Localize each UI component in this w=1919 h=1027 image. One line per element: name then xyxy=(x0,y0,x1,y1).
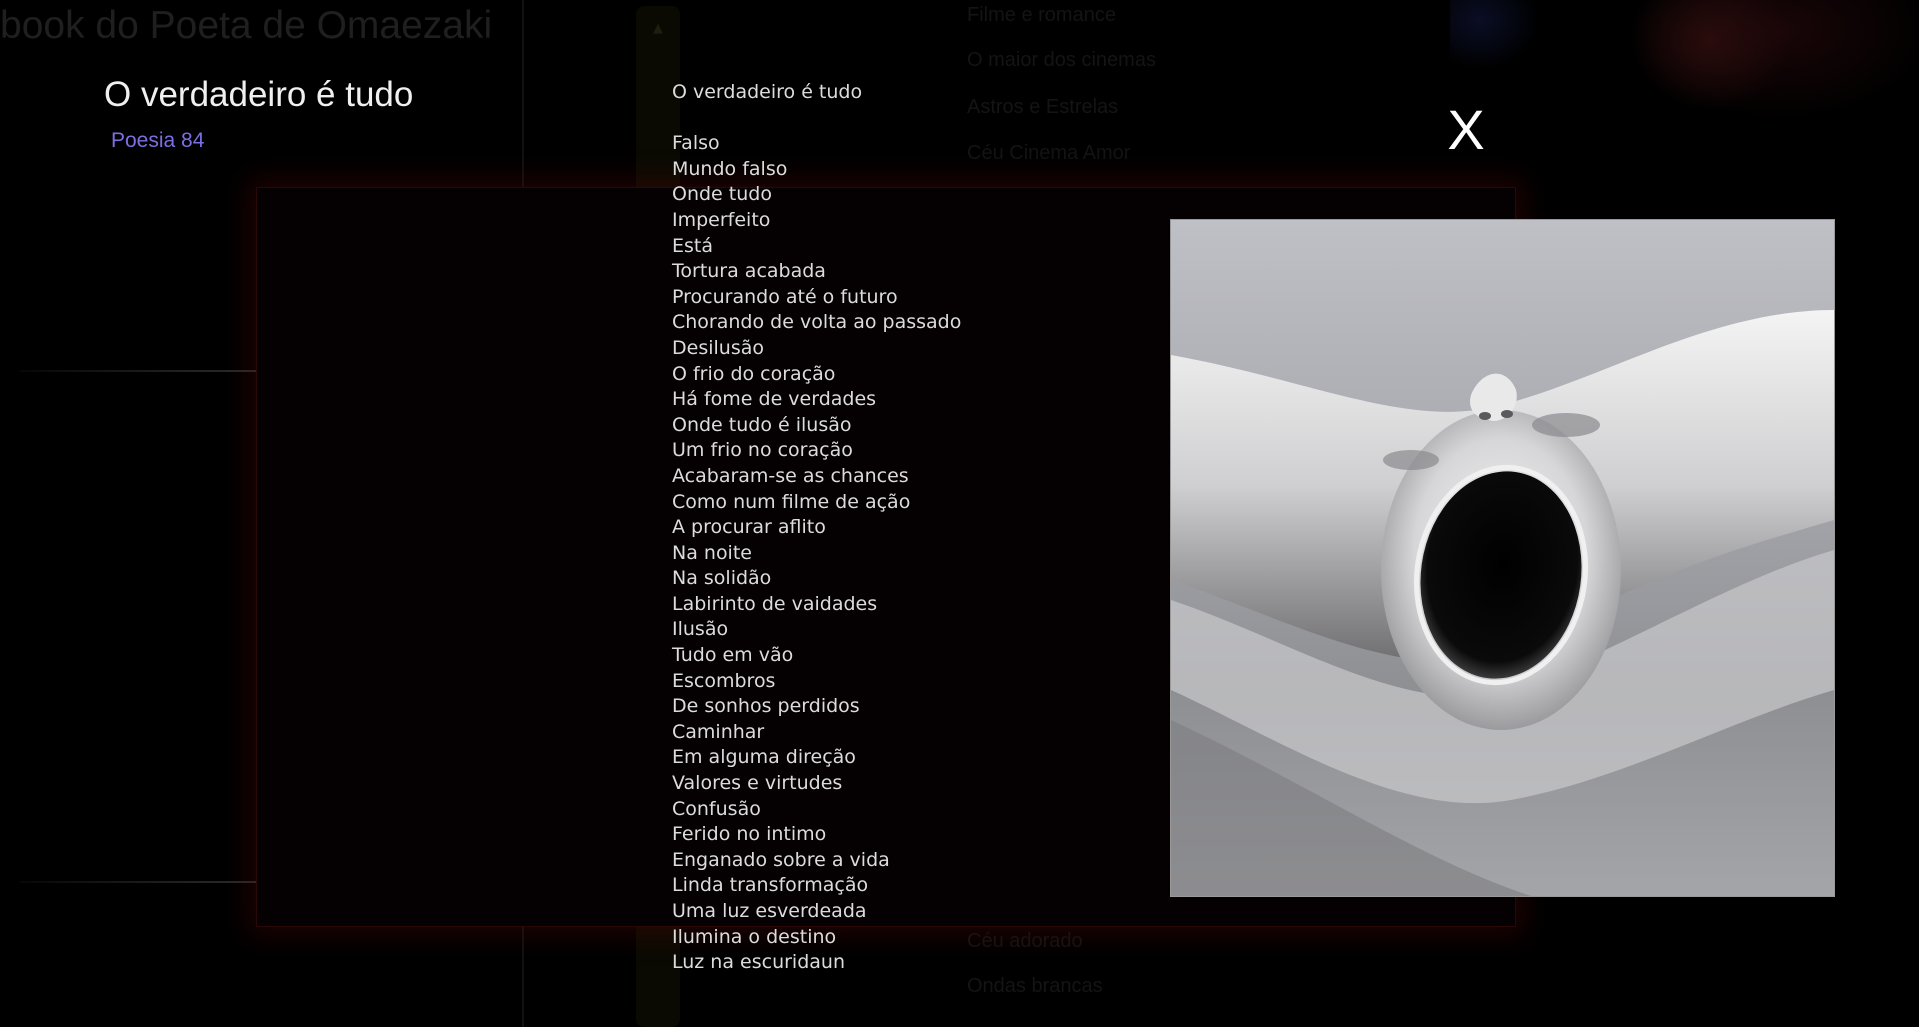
poem-line: Labirinto de vaidades xyxy=(672,592,878,615)
poem-line: Desilusão xyxy=(672,336,764,359)
menu-link[interactable]: Céu Cinema Amor xyxy=(967,142,1130,165)
poem-line: Imperfeito xyxy=(672,208,771,231)
divider-line xyxy=(20,881,256,883)
poem-line: Tudo em vão xyxy=(672,644,794,667)
stanza-gap xyxy=(672,106,961,132)
menu-link[interactable]: Ondas brancas xyxy=(967,975,1103,998)
poem-line: Caminhar xyxy=(672,720,765,743)
poem-line: Confusão xyxy=(672,797,761,820)
poem-heading: O verdadeiro é tudo xyxy=(104,75,414,114)
screaming-face-illustration xyxy=(1170,219,1835,897)
chevron-up-icon[interactable]: ▲ xyxy=(636,6,680,50)
poem-line: Há fome de verdades xyxy=(672,388,877,411)
poem-line: Escombros xyxy=(672,669,776,692)
poem-line: Mundo falso xyxy=(672,157,788,180)
poem-line: O frio do coração xyxy=(672,362,836,385)
poem-body-title: O verdadeiro é tudo xyxy=(672,81,863,103)
poem-line: Procurando até o futuro xyxy=(672,285,898,308)
poem-line: Onde tudo é ilusão xyxy=(672,413,852,436)
poem-line: Enganado sobre a vida xyxy=(672,848,890,871)
divider-line xyxy=(20,370,256,372)
site-title: book do Poeta de Omaezaki xyxy=(0,4,493,47)
poem-line: De sonhos perdidos xyxy=(672,695,860,718)
poem-line: Ilumina o destino xyxy=(672,925,837,948)
poem-line: Como num filme de ação xyxy=(672,490,911,513)
menu-link[interactable]: Astros e Estrelas xyxy=(967,96,1118,119)
poem-line: A procurar aflito xyxy=(672,516,826,539)
poem-line: Na solidão xyxy=(672,567,772,590)
poem-line: Tortura acabada xyxy=(672,260,826,283)
poem-line: Linda transformação xyxy=(672,874,869,897)
background-artwork xyxy=(1450,0,1919,160)
poem-line: Falso xyxy=(672,132,720,155)
poem-body: O verdadeiro é tudo Falso Mundo falso Onde… xyxy=(672,80,961,976)
poem-lines: Falso Mundo falso Onde tudo Imperfeito Está T… xyxy=(672,131,961,976)
poem-line: Acabaram-se as chances xyxy=(672,464,909,487)
menu-link[interactable]: O maior dos cinemas xyxy=(967,49,1156,72)
menu-link[interactable]: Filme e romance xyxy=(967,4,1116,27)
poem-line: Ferido no intimo xyxy=(672,823,827,846)
menu-link[interactable]: Céu adorado xyxy=(967,930,1083,953)
poem-line: Um frio no coração xyxy=(672,439,853,462)
poem-line: Chorando de volta ao passado xyxy=(672,311,962,334)
poem-line: Ilusão xyxy=(672,618,729,641)
poem-line: Luz na escuridaun xyxy=(672,951,845,974)
poem-line: Na noite xyxy=(672,541,752,564)
poem-line: Está xyxy=(672,234,713,257)
poem-line: Uma luz esverdeada xyxy=(672,900,867,922)
close-button[interactable]: X xyxy=(1444,98,1488,161)
poem-subtitle[interactable]: Poesia 84 xyxy=(111,129,204,153)
poem-line: Onde tudo xyxy=(672,183,772,206)
poem-line: Em alguma direção xyxy=(672,746,856,769)
poem-line: Valores e virtudes xyxy=(672,772,843,795)
